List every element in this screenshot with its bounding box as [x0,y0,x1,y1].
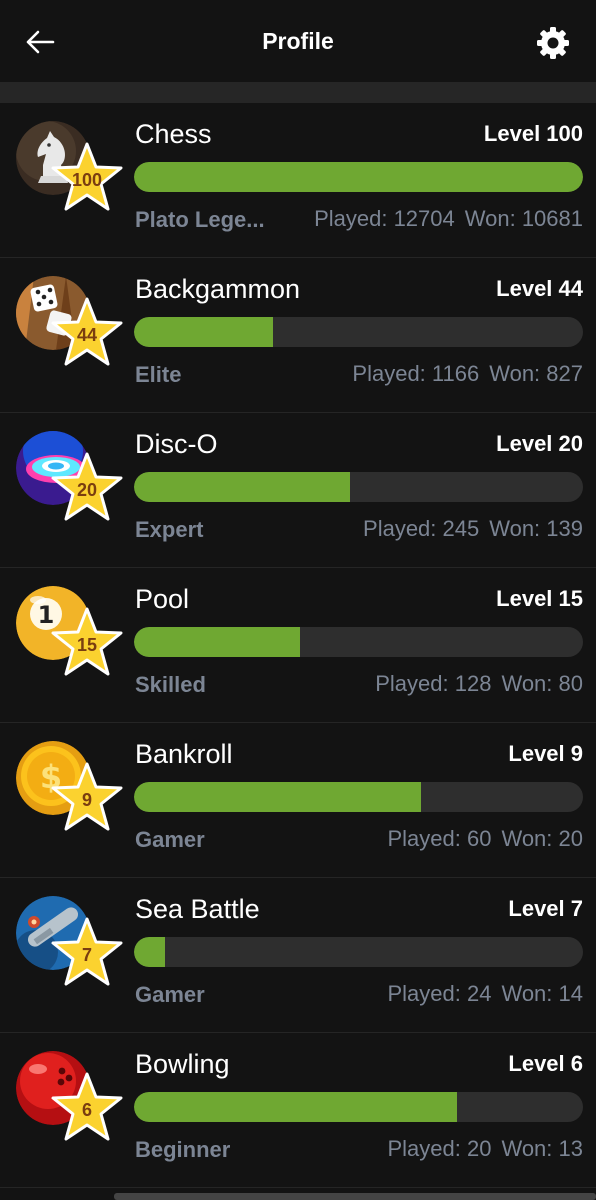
played-count: Played: 245 [363,516,480,541]
game-name: Disc-O [135,429,218,459]
level-progress-fill [134,162,583,192]
header-divider [0,82,596,103]
level-label: Level 9 [508,741,583,766]
play-stats: Played: 12704 Won: 10681 [304,206,583,232]
play-stats: Played: 60 Won: 20 [377,826,583,852]
game-name: Backgammon [135,274,301,304]
level-progress-fill [134,317,274,347]
level-star-badge: 44 [50,296,124,368]
level-star-badge: 9 [50,761,124,833]
played-count: Played: 128 [375,671,492,696]
level-progress-bar [134,627,583,657]
list-item-bowling[interactable]: 6 Bowling Level 6 Beginner Played: 20 Won… [0,1033,596,1188]
rank-title: Beginner [135,1137,231,1162]
level-label: Level 100 [483,121,583,146]
won-count: Won: 10681 [464,206,583,231]
game-stats-list: 100 Chess Level 100 Plato Lege... Played… [0,103,596,1188]
level-star-badge: 15 [50,606,124,678]
level-progress-bar [134,1092,583,1122]
played-count: Played: 20 [387,1136,492,1161]
list-item-pool[interactable]: 1 15 Pool Level 15 Skilled Played: 128 Wo… [0,568,596,723]
played-count: Played: 12704 [314,206,455,231]
level-star-badge: 100 [50,141,124,213]
rank-title: Gamer [135,982,205,1007]
level-progress-fill [134,627,301,657]
level-label: Level 6 [508,1051,583,1076]
game-name: Pool [135,584,190,614]
game-name: Chess [135,119,212,149]
rank-title: Plato Lege... [135,207,265,232]
game-name: Sea Battle [135,894,260,924]
play-stats: Played: 1166 Won: 827 [342,361,583,387]
level-progress-bar [134,162,583,192]
settings-button[interactable] [530,20,576,66]
play-stats: Played: 128 Won: 80 [365,671,583,697]
list-item-disc-o[interactable]: 20 Disc-O Level 20 Expert Played: 245 Won… [0,413,596,568]
level-label: Level 44 [496,276,583,301]
play-stats: Played: 20 Won: 13 [377,1136,583,1162]
level-progress-bar [134,937,583,967]
rank-title: Elite [135,362,182,387]
level-progress-fill [134,1092,458,1122]
won-count: Won: 20 [501,826,583,851]
level-progress-bar [134,782,583,812]
won-count: Won: 14 [501,981,583,1006]
list-item-bankroll[interactable]: $ 9 Bankroll Level 9 Gamer Played: 60 Won… [0,723,596,878]
game-name: Bowling [135,1049,230,1079]
list-item-backgammon[interactable]: 44 Backgammon Level 44 Elite Played: 116… [0,258,596,413]
rank-title: Expert [135,517,204,542]
level-progress-fill [134,472,350,502]
list-item-chess[interactable]: 100 Chess Level 100 Plato Lege... Played… [0,103,596,258]
played-count: Played: 60 [387,826,492,851]
level-star-badge: 20 [50,451,124,523]
level-label: Level 7 [508,896,583,921]
won-count: Won: 827 [489,361,583,386]
played-count: Played: 24 [387,981,492,1006]
gear-icon [537,27,569,59]
won-count: Won: 13 [501,1136,583,1161]
level-progress-fill [134,782,422,812]
level-label: Level 20 [496,431,583,456]
level-star-badge: 7 [50,916,124,988]
rank-title: Skilled [135,672,206,697]
top-app-bar: Profile [0,0,596,82]
level-label: Level 15 [496,586,583,611]
won-count: Won: 139 [489,516,583,541]
level-progress-fill [134,937,166,967]
level-progress-bar [134,317,583,347]
list-item-sea-battle[interactable]: 7 Sea Battle Level 7 Gamer Played: 24 Won… [0,878,596,1033]
level-progress-bar [134,472,583,502]
level-star-badge: 6 [50,1071,124,1143]
game-name: Bankroll [135,739,233,769]
played-count: Played: 1166 [352,361,480,386]
page-title: Profile [262,28,334,54]
play-stats: Played: 245 Won: 139 [353,516,583,542]
scroll-indicator [114,1193,596,1200]
rank-title: Gamer [135,827,205,852]
play-stats: Played: 24 Won: 14 [377,981,583,1007]
won-count: Won: 80 [501,671,583,696]
